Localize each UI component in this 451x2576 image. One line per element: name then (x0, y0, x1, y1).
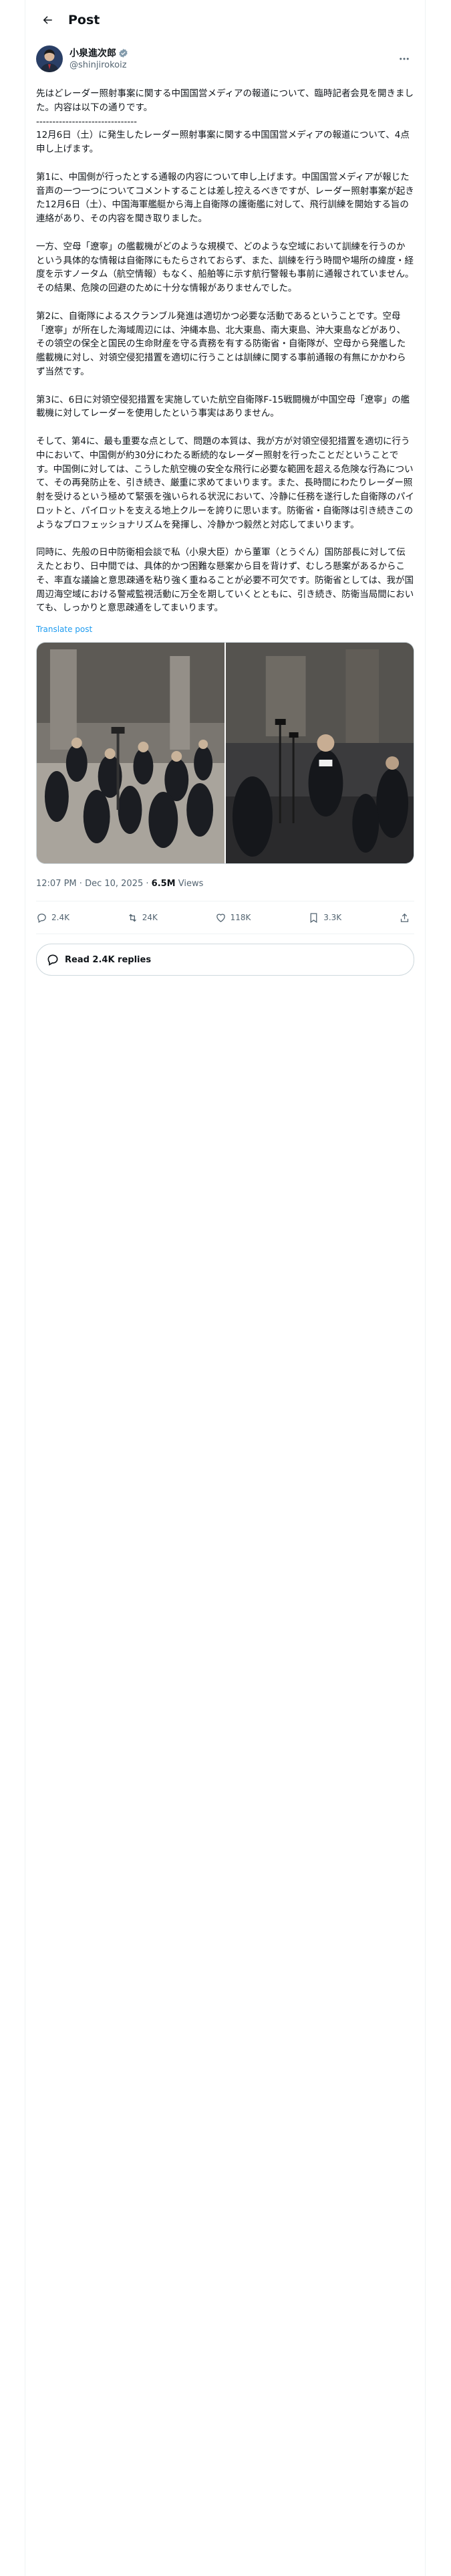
read-replies-label: Read 2.4K replies (65, 954, 152, 965)
like-count: 118K (230, 913, 251, 923)
post-date[interactable]: Dec 10, 2025 (85, 879, 143, 889)
reply-bubble-icon (47, 954, 58, 966)
author-info: 小泉進次郎 @shinjirokoiz (69, 47, 394, 71)
bookmark-icon (310, 913, 317, 923)
reply-count: 2.4K (51, 913, 69, 923)
more-dots-icon (400, 58, 409, 60)
post-time[interactable]: 12:07 PM (36, 879, 77, 889)
avatar[interactable] (36, 45, 63, 72)
views-label: Views (175, 879, 204, 889)
heart-icon (216, 914, 225, 922)
read-replies-button[interactable]: Read 2.4K replies (36, 944, 414, 976)
action-bar: 2.4K 24K 118K 3.3K (36, 901, 414, 935)
press-conference-photo-1[interactable] (37, 643, 224, 864)
translate-post-link[interactable]: Translate post (36, 625, 414, 634)
bookmark-button[interactable]: 3.3K (308, 912, 341, 924)
repost-count: 24K (142, 913, 158, 923)
author-handle[interactable]: @shinjirokoiz (69, 60, 394, 71)
page-title: Post (68, 13, 100, 27)
main-column: Post 小泉進次郎 @shinjirokoiz 先はどレーダー照射事案に関する… (25, 0, 426, 2576)
post-media[interactable] (36, 642, 414, 865)
avatar-image (36, 45, 63, 72)
share-button[interactable] (399, 912, 414, 924)
press-conference-photo-2[interactable] (224, 643, 414, 864)
verified-badge-icon (118, 48, 128, 58)
like-button[interactable]: 118K (215, 912, 251, 924)
post-text: 先はどレーダー照射事案に関する中国国営メディアの報道について、臨時記者会見を開き… (36, 88, 414, 614)
back-arrow-icon (43, 16, 52, 24)
post-meta: 12:07 PM · Dec 10, 2025 · 6.5M Views (36, 879, 414, 902)
author-name[interactable]: 小泉進次郎 (69, 47, 116, 60)
more-options-button[interactable] (394, 49, 414, 69)
view-count: 6.5M (151, 879, 176, 889)
repost-button[interactable]: 24K (127, 912, 158, 924)
back-button[interactable] (36, 9, 59, 31)
author-row: 小泉進次郎 @shinjirokoiz (25, 40, 425, 75)
repost-icon (128, 914, 136, 922)
bookmark-count: 3.3K (323, 913, 342, 923)
reply-button[interactable]: 2.4K (36, 912, 69, 924)
top-bar: Post (25, 0, 425, 40)
reply-icon (37, 913, 46, 923)
share-icon (400, 913, 409, 922)
